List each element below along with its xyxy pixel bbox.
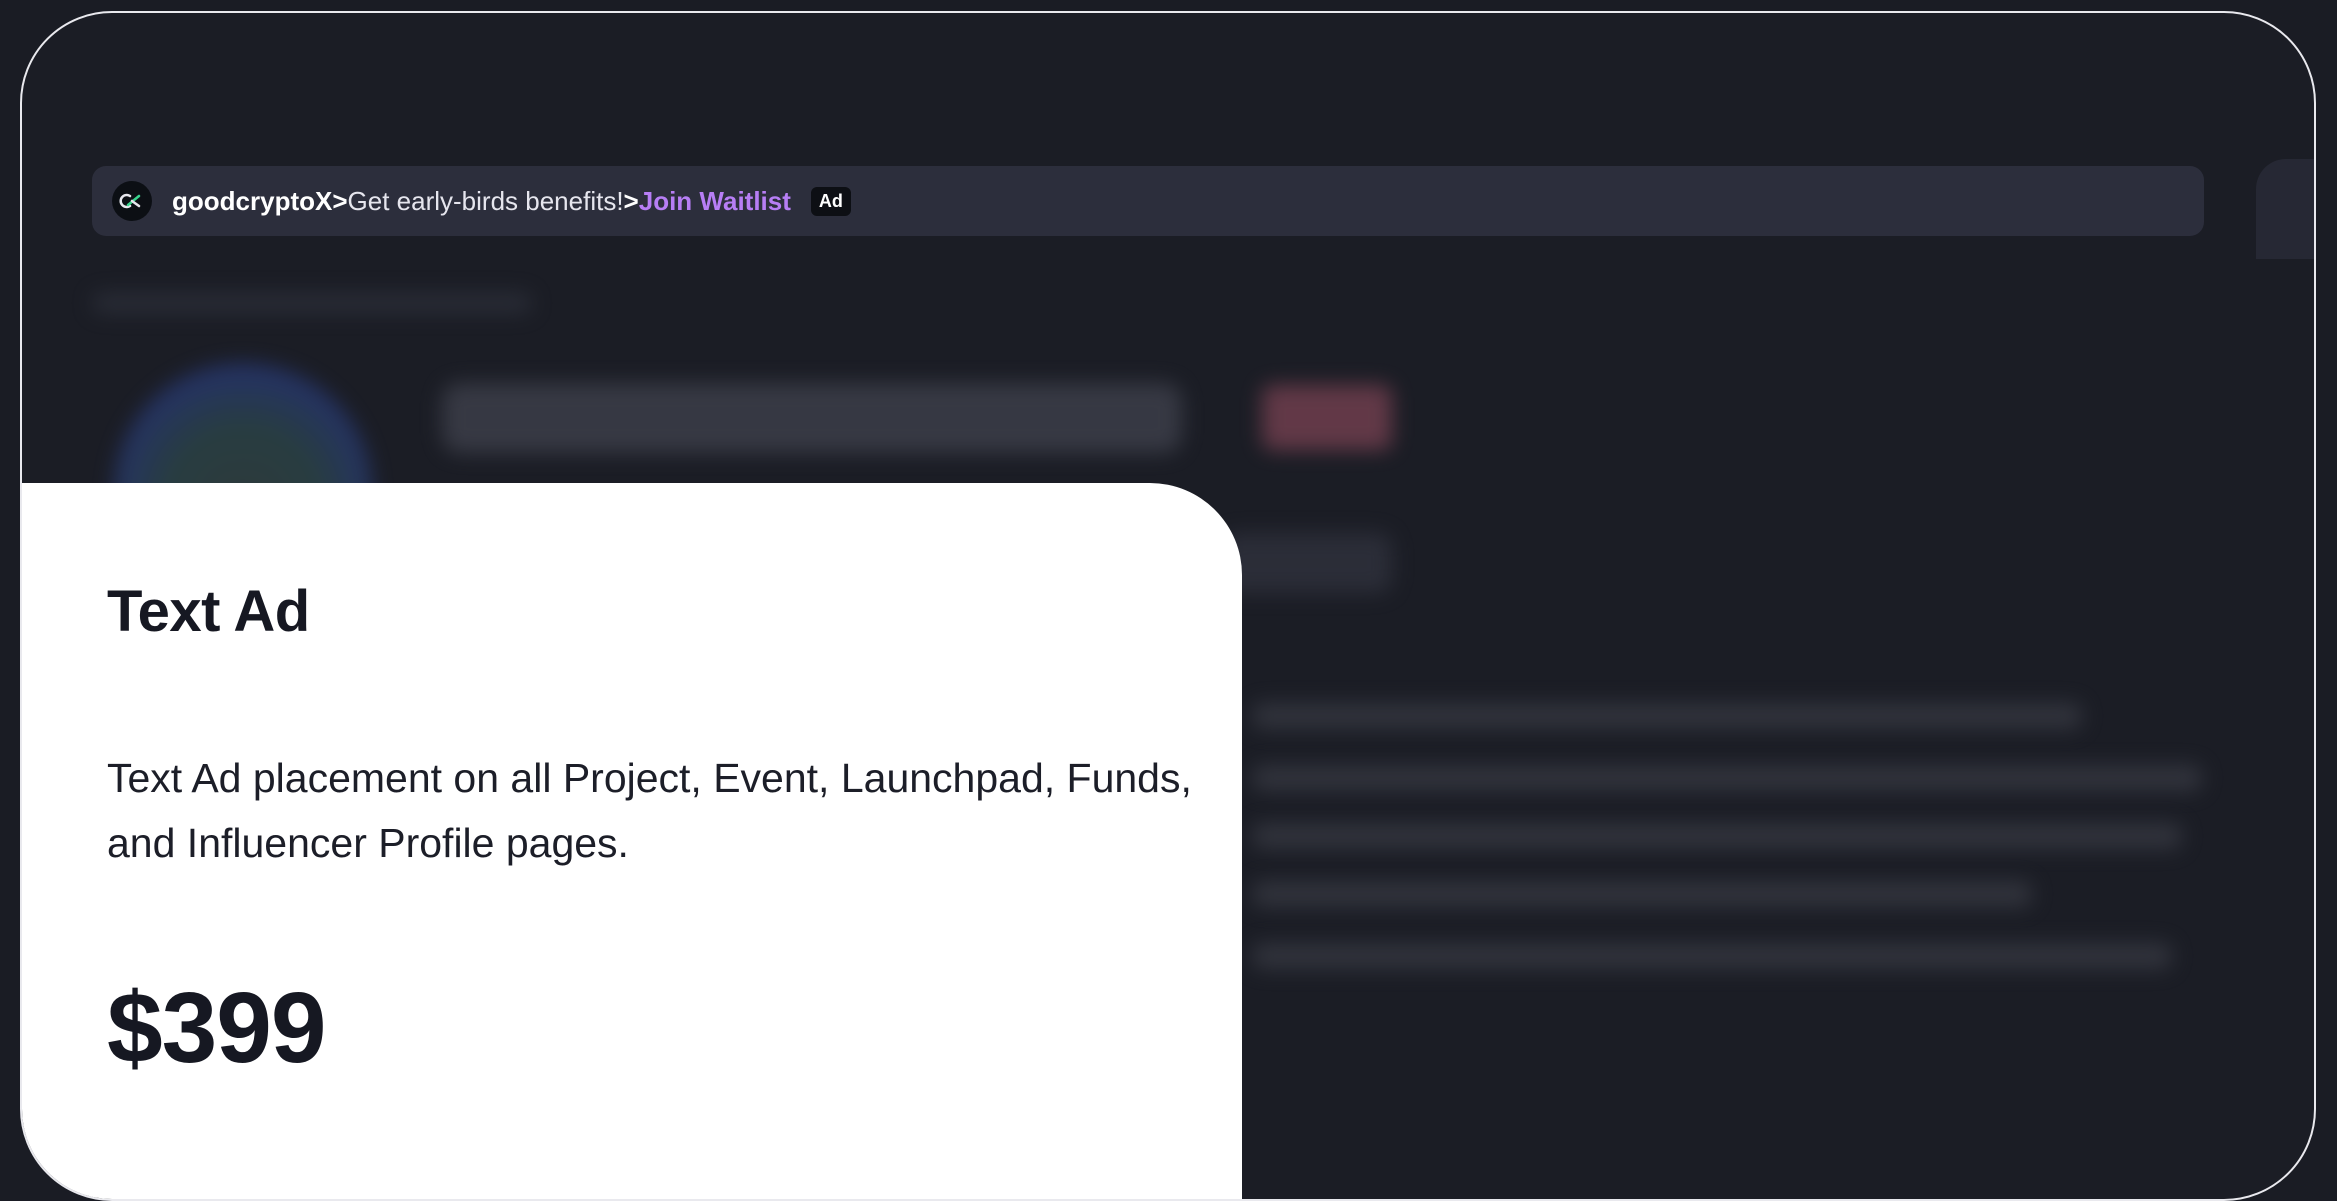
blurred-chip bbox=[1222, 533, 1392, 593]
card-description: Text Ad placement on all Project, Event,… bbox=[107, 755, 1192, 866]
ad-brand: goodcryptoX bbox=[172, 185, 333, 216]
side-panel bbox=[2256, 159, 2314, 259]
ad-separator: > bbox=[623, 185, 639, 216]
blurred-project-tag bbox=[1262, 385, 1392, 450]
blurred-description-line bbox=[1252, 881, 2032, 907]
join-waitlist-link[interactable]: Join Waitlist bbox=[639, 186, 791, 217]
goodcrypto-logo-icon bbox=[112, 181, 152, 221]
device-frame: goodcryptoX > Get early-birds benefits! … bbox=[20, 11, 2316, 1201]
blurred-breadcrumb bbox=[92, 293, 532, 313]
card-title: Text Ad bbox=[107, 579, 310, 644]
ad-text: Get early-birds benefits! bbox=[347, 185, 624, 216]
text-ad-info-card: Text Ad Text Ad placement on all Project… bbox=[22, 483, 1242, 1199]
blurred-project-title bbox=[442, 383, 1182, 453]
blurred-description-line bbox=[1252, 703, 2082, 729]
ad-badge: Ad bbox=[810, 186, 851, 216]
text-ad-bar[interactable]: goodcryptoX > Get early-birds benefits! … bbox=[92, 166, 2204, 236]
blurred-description-line bbox=[1252, 765, 2202, 791]
blurred-description-line bbox=[1252, 823, 2182, 849]
card-price: $399 bbox=[107, 972, 326, 1084]
blurred-description-line bbox=[1252, 943, 2172, 969]
ad-separator: > bbox=[332, 185, 348, 216]
